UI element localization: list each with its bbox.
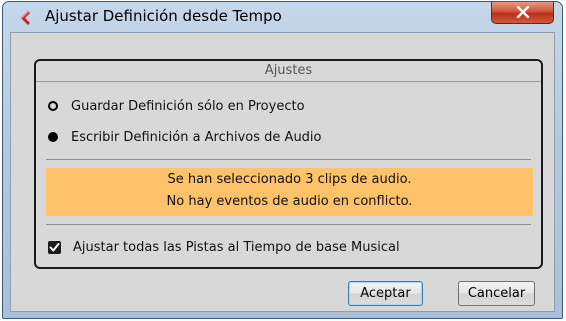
settings-group-title: Ajustes	[264, 63, 313, 78]
accept-button[interactable]: Aceptar	[348, 281, 423, 306]
section-divider	[46, 159, 531, 160]
radio-unselected-icon[interactable]	[48, 101, 58, 111]
settings-group: Ajustes Guardar Definición sólo en Proye…	[34, 59, 543, 269]
notice-line-conflicts: No hay eventos de audio en conflicto.	[166, 194, 413, 209]
checkbox-adjust-tracks[interactable]: Ajustar todas las Pistas al Tiempo de ba…	[48, 237, 400, 257]
radio-write-audio-files[interactable]: Escribir Definición a Archivos de Audio	[48, 127, 322, 147]
cancel-button[interactable]: Cancelar	[458, 281, 535, 306]
close-button[interactable]	[491, 2, 554, 24]
dialog-body: Ajustes Guardar Definición sólo en Proye…	[10, 32, 555, 312]
status-notice: Se han seleccionado 3 clips de audio. No…	[46, 168, 533, 216]
radio-selected-icon[interactable]	[48, 132, 58, 142]
checkbox-checked-icon[interactable]	[48, 240, 61, 254]
section-divider	[46, 224, 531, 225]
dialog-window: Ajustar Definición desde Tempo Ajustes G…	[2, 1, 563, 319]
radio-write-audio-files-label: Escribir Definición a Archivos de Audio	[71, 129, 322, 145]
title-bar[interactable]: Ajustar Definición desde Tempo	[3, 2, 562, 32]
group-title-divider	[36, 81, 541, 82]
radio-save-project-only-label: Guardar Definición sólo en Proyecto	[71, 98, 305, 114]
radio-save-project-only[interactable]: Guardar Definición sólo en Proyecto	[48, 96, 305, 116]
close-icon	[516, 3, 530, 22]
app-logo-icon[interactable]	[17, 9, 35, 27]
window-title: Ajustar Definición desde Tempo	[45, 7, 282, 25]
checkbox-adjust-tracks-label: Ajustar todas las Pistas al Tiempo de ba…	[73, 239, 400, 255]
notice-line-selected-clips: Se han seleccionado 3 clips de audio.	[167, 172, 412, 187]
